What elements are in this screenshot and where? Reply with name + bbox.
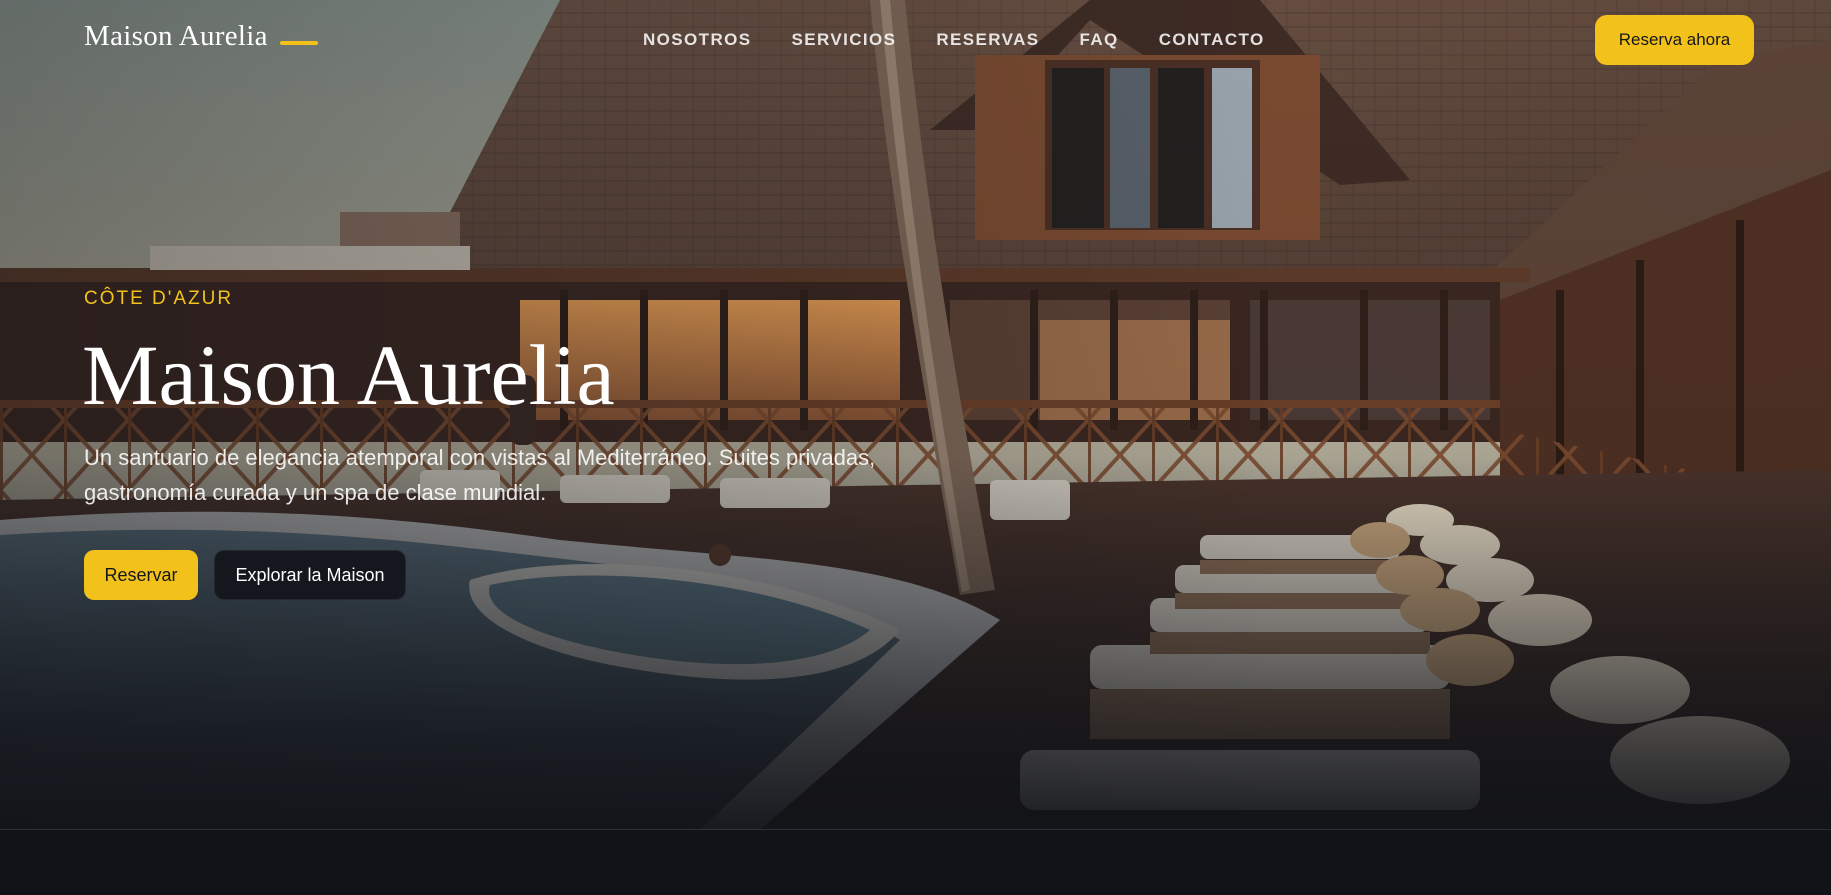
section-divider bbox=[0, 829, 1831, 830]
hero-section: Maison Aurelia NOSOTROS SERVICIOS RESERV… bbox=[0, 0, 1831, 830]
hero-eyebrow: CÔTE D'AZUR bbox=[84, 288, 234, 309]
nav-item-servicios[interactable]: SERVICIOS bbox=[792, 30, 897, 50]
hero-title: Maison Aurelia bbox=[82, 327, 615, 423]
brand-name: Maison Aurelia bbox=[84, 20, 268, 52]
nav-item-reservas[interactable]: RESERVAS bbox=[936, 30, 1039, 50]
nav-item-contacto[interactable]: CONTACTO bbox=[1159, 30, 1265, 50]
hero-subtitle: Un santuario de elegancia atemporal con … bbox=[84, 445, 876, 505]
main-nav: NOSOTROS SERVICIOS RESERVAS FAQ CONTACTO bbox=[643, 30, 1305, 50]
nav-item-nosotros[interactable]: NOSOTROS bbox=[643, 30, 752, 50]
reserve-button[interactable]: Reservar bbox=[84, 550, 198, 600]
nav-item-faq[interactable]: FAQ bbox=[1080, 30, 1119, 50]
explore-button[interactable]: Explorar la Maison bbox=[214, 550, 406, 600]
book-now-button[interactable]: Reserva ahora bbox=[1595, 15, 1754, 65]
brand-accent-bar bbox=[279, 40, 318, 45]
brand-logo[interactable]: Maison Aurelia bbox=[84, 20, 318, 53]
